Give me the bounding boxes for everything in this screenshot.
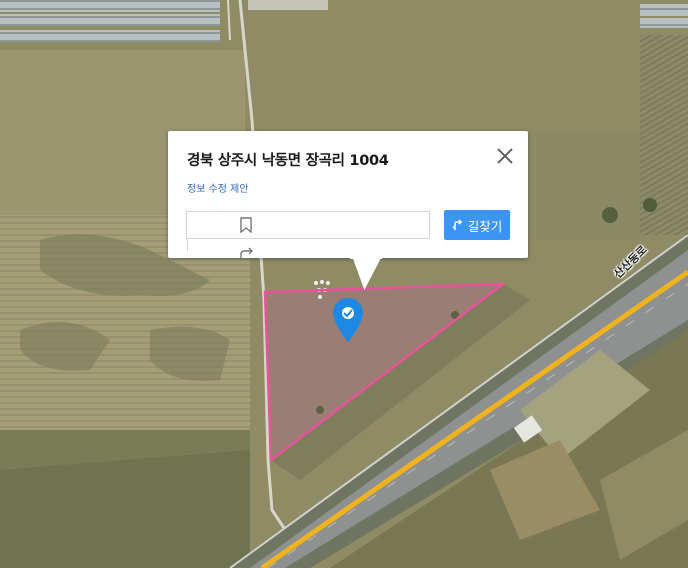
edit-info-link[interactable]: 정보 수정 제안 [187, 180, 249, 195]
map-imagery [0, 0, 688, 568]
action-divider [187, 239, 188, 251]
route-icon [452, 219, 462, 230]
route-button[interactable]: 길찾기 [444, 210, 510, 240]
route-button-label: 길찾기 [467, 218, 503, 234]
popup-address: 경북 상주시 낙동면 장곡리 1004 [187, 153, 389, 169]
close-icon[interactable] [496, 147, 514, 165]
address-popup: 경북 상주시 낙동면 장곡리 1004 정보 수정 제안 길찾기 [168, 131, 528, 259]
satellite-map[interactable]: 산산동로 [0, 0, 688, 568]
action-bar [186, 211, 430, 259]
popup-pointer-join [350, 256, 382, 259]
share-icon[interactable] [239, 246, 255, 260]
bookmark-icon[interactable] [239, 217, 253, 233]
location-pin-icon[interactable] [333, 298, 363, 342]
